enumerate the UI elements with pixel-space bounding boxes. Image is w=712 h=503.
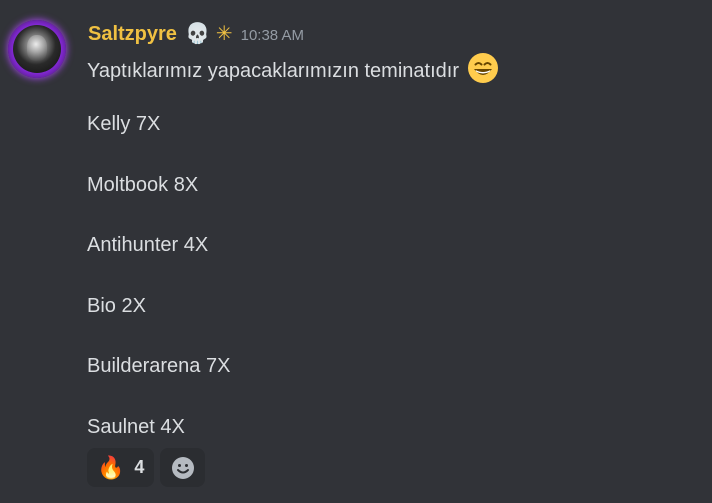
reaction-fire[interactable]: 🔥 4 [87, 448, 155, 487]
message-line-0: Yaptıklarımız yapacaklarımızın teminatıd… [87, 60, 459, 82]
fire-icon: 🔥 [97, 454, 125, 480]
smiley-add-reaction-icon [171, 456, 194, 479]
chat-message: Saltzpyre 💀 ✳ 10:38 AM Yaptıklarımız yap… [0, 0, 712, 503]
message-line-6: Saulnet 4X [87, 416, 185, 438]
timestamp[interactable]: 10:38 AM [241, 27, 304, 44]
skull-badge-icon: 💀 [184, 23, 210, 45]
message-line-text: Yaptıklarımız yapacaklarımızın teminatıd… [87, 52, 499, 84]
message-line-4: Bio 2X [87, 295, 146, 317]
reaction-bar: 🔥 4 [87, 448, 206, 487]
message-line-3: Antihunter 4X [87, 234, 209, 256]
message-line-2: Moltbook 8X [87, 174, 199, 196]
message-header: Saltzpyre 💀 ✳ 10:38 AM [88, 21, 304, 47]
sparkle-badge-icon: ✳ [215, 23, 233, 45]
message-line-1: Kelly 7X [87, 113, 161, 135]
reaction-count: 4 [134, 457, 145, 477]
message-line-5: Builderarena 7X [87, 355, 231, 377]
grinning-face-icon [467, 53, 498, 83]
avatar-image [13, 25, 61, 73]
user-avatar[interactable] [8, 20, 66, 78]
username[interactable]: Saltzpyre [88, 23, 177, 46]
add-reaction-button[interactable] [160, 448, 206, 487]
